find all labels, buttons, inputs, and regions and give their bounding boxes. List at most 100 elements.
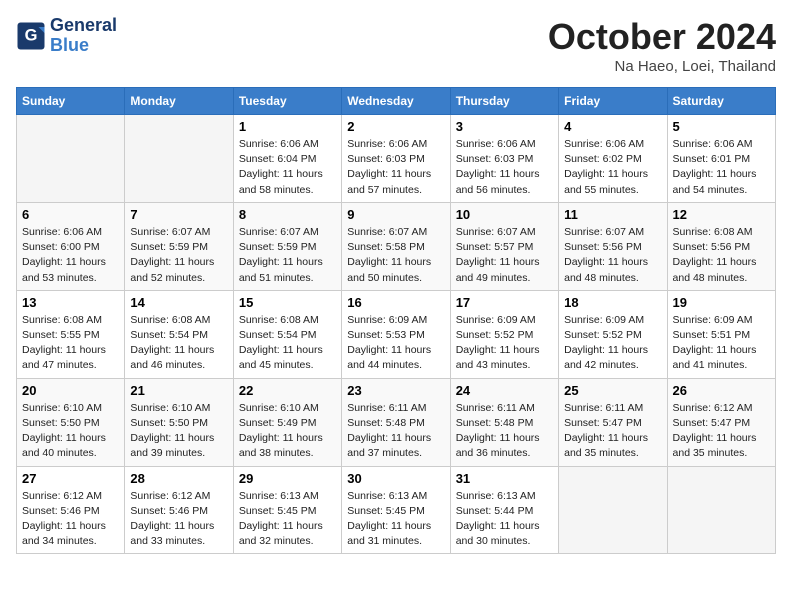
weekday-header-monday: Monday [125,88,233,115]
calendar-cell: 13 Sunrise: 6:08 AM Sunset: 5:55 PM Dayl… [17,290,125,378]
calendar-cell: 7 Sunrise: 6:07 AM Sunset: 5:59 PM Dayli… [125,202,233,290]
day-number: 17 [456,295,553,310]
calendar-cell: 6 Sunrise: 6:06 AM Sunset: 6:00 PM Dayli… [17,202,125,290]
logo-text: General Blue [50,16,117,56]
day-info: Sunrise: 6:09 AM Sunset: 5:51 PM Dayligh… [673,313,770,374]
calendar-cell: 14 Sunrise: 6:08 AM Sunset: 5:54 PM Dayl… [125,290,233,378]
calendar-cell: 20 Sunrise: 6:10 AM Sunset: 5:50 PM Dayl… [17,378,125,466]
day-number: 14 [130,295,227,310]
day-number: 24 [456,383,553,398]
logo-icon: G [16,21,46,51]
day-number: 26 [673,383,770,398]
calendar-cell: 30 Sunrise: 6:13 AM Sunset: 5:45 PM Dayl… [342,466,450,554]
location: Na Haeo, Loei, Thailand [548,58,776,75]
calendar-cell: 23 Sunrise: 6:11 AM Sunset: 5:48 PM Dayl… [342,378,450,466]
day-info: Sunrise: 6:07 AM Sunset: 5:57 PM Dayligh… [456,225,553,286]
logo: G General Blue [16,16,117,56]
calendar-cell: 4 Sunrise: 6:06 AM Sunset: 6:02 PM Dayli… [559,115,667,203]
calendar-cell: 17 Sunrise: 6:09 AM Sunset: 5:52 PM Dayl… [450,290,558,378]
day-info: Sunrise: 6:08 AM Sunset: 5:56 PM Dayligh… [673,225,770,286]
day-info: Sunrise: 6:10 AM Sunset: 5:49 PM Dayligh… [239,401,336,462]
day-number: 23 [347,383,444,398]
day-info: Sunrise: 6:08 AM Sunset: 5:54 PM Dayligh… [239,313,336,374]
day-info: Sunrise: 6:10 AM Sunset: 5:50 PM Dayligh… [130,401,227,462]
calendar-cell [125,115,233,203]
calendar-cell: 3 Sunrise: 6:06 AM Sunset: 6:03 PM Dayli… [450,115,558,203]
day-info: Sunrise: 6:06 AM Sunset: 6:03 PM Dayligh… [456,137,553,198]
day-number: 11 [564,207,661,222]
day-info: Sunrise: 6:11 AM Sunset: 5:48 PM Dayligh… [347,401,444,462]
calendar-cell: 24 Sunrise: 6:11 AM Sunset: 5:48 PM Dayl… [450,378,558,466]
day-info: Sunrise: 6:08 AM Sunset: 5:54 PM Dayligh… [130,313,227,374]
day-number: 2 [347,119,444,134]
day-info: Sunrise: 6:06 AM Sunset: 6:03 PM Dayligh… [347,137,444,198]
week-row-5: 27 Sunrise: 6:12 AM Sunset: 5:46 PM Dayl… [17,466,776,554]
day-number: 4 [564,119,661,134]
day-info: Sunrise: 6:11 AM Sunset: 5:48 PM Dayligh… [456,401,553,462]
day-info: Sunrise: 6:07 AM Sunset: 5:59 PM Dayligh… [239,225,336,286]
weekday-header-tuesday: Tuesday [233,88,341,115]
day-number: 28 [130,471,227,486]
day-number: 16 [347,295,444,310]
day-number: 8 [239,207,336,222]
calendar-cell: 10 Sunrise: 6:07 AM Sunset: 5:57 PM Dayl… [450,202,558,290]
day-info: Sunrise: 6:12 AM Sunset: 5:46 PM Dayligh… [22,489,119,550]
day-number: 7 [130,207,227,222]
day-number: 25 [564,383,661,398]
day-info: Sunrise: 6:08 AM Sunset: 5:55 PM Dayligh… [22,313,119,374]
day-info: Sunrise: 6:07 AM Sunset: 5:56 PM Dayligh… [564,225,661,286]
calendar-cell: 2 Sunrise: 6:06 AM Sunset: 6:03 PM Dayli… [342,115,450,203]
day-number: 29 [239,471,336,486]
calendar-cell: 1 Sunrise: 6:06 AM Sunset: 6:04 PM Dayli… [233,115,341,203]
title-block: October 2024 Na Haeo, Loei, Thailand [548,16,776,75]
day-info: Sunrise: 6:06 AM Sunset: 6:00 PM Dayligh… [22,225,119,286]
day-info: Sunrise: 6:13 AM Sunset: 5:45 PM Dayligh… [347,489,444,550]
day-info: Sunrise: 6:10 AM Sunset: 5:50 PM Dayligh… [22,401,119,462]
calendar-cell: 25 Sunrise: 6:11 AM Sunset: 5:47 PM Dayl… [559,378,667,466]
day-info: Sunrise: 6:06 AM Sunset: 6:02 PM Dayligh… [564,137,661,198]
calendar-cell: 27 Sunrise: 6:12 AM Sunset: 5:46 PM Dayl… [17,466,125,554]
day-number: 13 [22,295,119,310]
day-number: 20 [22,383,119,398]
calendar-cell: 11 Sunrise: 6:07 AM Sunset: 5:56 PM Dayl… [559,202,667,290]
weekday-header-friday: Friday [559,88,667,115]
svg-text:G: G [25,26,38,44]
week-row-3: 13 Sunrise: 6:08 AM Sunset: 5:55 PM Dayl… [17,290,776,378]
month-title: October 2024 [548,16,776,58]
day-number: 12 [673,207,770,222]
calendar-cell: 5 Sunrise: 6:06 AM Sunset: 6:01 PM Dayli… [667,115,775,203]
calendar-cell: 26 Sunrise: 6:12 AM Sunset: 5:47 PM Dayl… [667,378,775,466]
calendar-cell: 19 Sunrise: 6:09 AM Sunset: 5:51 PM Dayl… [667,290,775,378]
calendar-cell: 18 Sunrise: 6:09 AM Sunset: 5:52 PM Dayl… [559,290,667,378]
day-info: Sunrise: 6:13 AM Sunset: 5:44 PM Dayligh… [456,489,553,550]
day-info: Sunrise: 6:09 AM Sunset: 5:52 PM Dayligh… [456,313,553,374]
day-number: 6 [22,207,119,222]
week-row-4: 20 Sunrise: 6:10 AM Sunset: 5:50 PM Dayl… [17,378,776,466]
day-number: 21 [130,383,227,398]
day-number: 9 [347,207,444,222]
day-number: 18 [564,295,661,310]
day-number: 22 [239,383,336,398]
day-info: Sunrise: 6:13 AM Sunset: 5:45 PM Dayligh… [239,489,336,550]
calendar-cell: 31 Sunrise: 6:13 AM Sunset: 5:44 PM Dayl… [450,466,558,554]
day-info: Sunrise: 6:12 AM Sunset: 5:47 PM Dayligh… [673,401,770,462]
calendar-cell: 29 Sunrise: 6:13 AM Sunset: 5:45 PM Dayl… [233,466,341,554]
weekday-header-row: SundayMondayTuesdayWednesdayThursdayFrid… [17,88,776,115]
calendar-cell [17,115,125,203]
calendar-cell: 22 Sunrise: 6:10 AM Sunset: 5:49 PM Dayl… [233,378,341,466]
calendar-cell: 28 Sunrise: 6:12 AM Sunset: 5:46 PM Dayl… [125,466,233,554]
weekday-header-sunday: Sunday [17,88,125,115]
week-row-1: 1 Sunrise: 6:06 AM Sunset: 6:04 PM Dayli… [17,115,776,203]
calendar-cell: 9 Sunrise: 6:07 AM Sunset: 5:58 PM Dayli… [342,202,450,290]
day-number: 5 [673,119,770,134]
day-info: Sunrise: 6:11 AM Sunset: 5:47 PM Dayligh… [564,401,661,462]
day-info: Sunrise: 6:09 AM Sunset: 5:53 PM Dayligh… [347,313,444,374]
week-row-2: 6 Sunrise: 6:06 AM Sunset: 6:00 PM Dayli… [17,202,776,290]
calendar-cell [559,466,667,554]
day-number: 1 [239,119,336,134]
weekday-header-saturday: Saturday [667,88,775,115]
page-header: G General Blue October 2024 Na Haeo, Loe… [16,16,776,75]
calendar-cell: 15 Sunrise: 6:08 AM Sunset: 5:54 PM Dayl… [233,290,341,378]
calendar-table: SundayMondayTuesdayWednesdayThursdayFrid… [16,87,776,554]
day-number: 10 [456,207,553,222]
